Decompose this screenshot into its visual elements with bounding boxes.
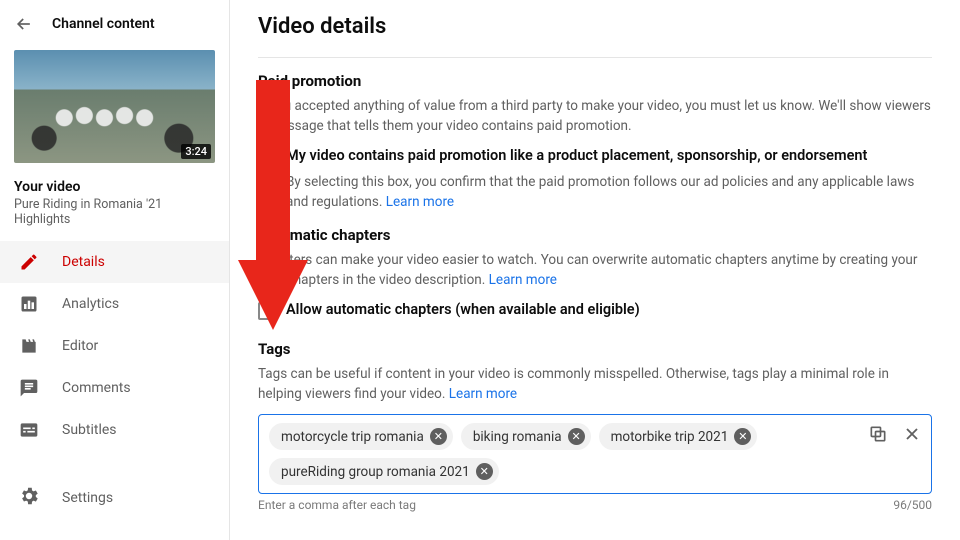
tag-chip[interactable]: motorbike trip 2021 ✕ <box>599 423 758 450</box>
bars-icon <box>18 293 40 315</box>
sidebar: Channel content 3:24 Your video Pure Rid… <box>0 0 230 540</box>
tag-chip[interactable]: pureRiding group romania 2021 ✕ <box>269 458 499 485</box>
tag-chip[interactable]: motorcycle trip romania ✕ <box>269 423 453 450</box>
chapters-checkbox-label: Allow automatic chapters (when available… <box>286 301 640 318</box>
settings-label: Settings <box>62 490 113 506</box>
learn-more-link[interactable]: Learn more <box>489 272 557 288</box>
sidebar-title: Channel content <box>52 16 155 32</box>
sidebar-header: Channel content <box>0 6 229 44</box>
remove-tag-icon[interactable]: ✕ <box>568 428 585 445</box>
automatic-chapters-section: Automatic chapters Chapters can make you… <box>258 226 932 320</box>
paid-promotion-checkbox-label: My video contains paid promotion like a … <box>286 147 867 164</box>
clear-all-icon[interactable] <box>901 423 923 445</box>
comment-icon <box>18 377 40 399</box>
learn-more-link[interactable]: Learn more <box>386 194 454 210</box>
video-duration: 3:24 <box>181 144 211 159</box>
paid-promotion-checkbox-row[interactable]: My video contains paid promotion like a … <box>258 147 932 166</box>
tags-counter: 96/500 <box>893 498 932 512</box>
video-title: Pure Riding in Romania '21 Highlights <box>0 197 229 241</box>
remove-tag-icon[interactable]: ✕ <box>430 428 447 445</box>
paid-promotion-desc: If you accepted anything of value from a… <box>258 96 932 137</box>
video-thumbnail[interactable]: 3:24 <box>14 50 215 163</box>
sidebar-item-subtitles[interactable]: Subtitles <box>0 409 229 451</box>
pencil-icon <box>18 251 40 273</box>
sidebar-item-analytics[interactable]: Analytics <box>0 283 229 325</box>
your-video-label: Your video <box>0 171 229 197</box>
back-arrow-icon[interactable] <box>14 14 34 34</box>
film-icon <box>18 335 40 357</box>
tags-heading: Tags <box>258 340 932 358</box>
sidebar-item-details[interactable]: Details <box>0 241 229 283</box>
sidebar-item-label: Analytics <box>62 296 119 312</box>
tags-section: Tags Tags can be useful if content in yo… <box>258 340 932 513</box>
checkbox-icon[interactable] <box>258 148 276 166</box>
tag-chip-label: pureRiding group romania 2021 <box>281 464 470 480</box>
tags-desc: Tags can be useful if content in your vi… <box>258 364 932 405</box>
tags-input[interactable]: motorcycle trip romania✕biking romania✕m… <box>258 414 932 494</box>
chapters-desc: Chapters can make your video easier to w… <box>258 250 932 291</box>
tag-chip-label: motorbike trip 2021 <box>611 429 729 445</box>
gear-icon <box>18 485 40 511</box>
page-title: Video details <box>258 14 932 39</box>
divider <box>258 57 932 58</box>
sidebar-settings[interactable]: Settings <box>0 475 229 521</box>
remove-tag-icon[interactable]: ✕ <box>734 428 751 445</box>
sidebar-item-label: Editor <box>62 338 98 354</box>
learn-more-link[interactable]: Learn more <box>449 386 517 402</box>
checkbox-icon[interactable] <box>258 302 276 320</box>
sidebar-nav: Details Analytics Editor Comments Subtitles <box>0 241 229 451</box>
tag-chip-label: biking romania <box>473 429 562 445</box>
sidebar-item-comments[interactable]: Comments <box>0 367 229 409</box>
sidebar-item-editor[interactable]: Editor <box>0 325 229 367</box>
remove-tag-icon[interactable]: ✕ <box>476 463 493 480</box>
tags-hint: Enter a comma after each tag <box>258 498 416 512</box>
paid-promotion-subtext: By selecting this box, you confirm that … <box>286 172 932 213</box>
tag-chip-label: motorcycle trip romania <box>281 429 424 445</box>
subtitles-icon <box>18 419 40 441</box>
chapters-checkbox-row[interactable]: Allow automatic chapters (when available… <box>258 301 932 320</box>
chapters-heading: Automatic chapters <box>258 226 932 244</box>
paid-promotion-heading: Paid promotion <box>258 72 932 90</box>
sidebar-item-label: Details <box>62 254 105 270</box>
copy-icon[interactable] <box>867 423 889 445</box>
main-content: Video details Paid promotion If you acce… <box>230 0 960 540</box>
sidebar-item-label: Comments <box>62 380 131 396</box>
tag-chip[interactable]: biking romania ✕ <box>461 423 591 450</box>
sidebar-item-label: Subtitles <box>62 422 117 438</box>
paid-promotion-section: Paid promotion If you accepted anything … <box>258 72 932 212</box>
